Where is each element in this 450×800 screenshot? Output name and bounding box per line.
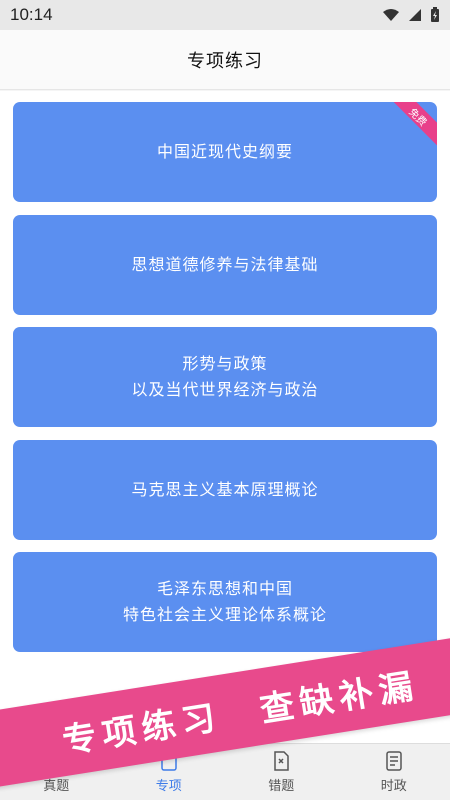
status-time: 10:14 <box>10 5 53 24</box>
free-badge: 免费 <box>385 102 437 150</box>
page-title: 专项练习 <box>187 50 263 72</box>
tab-label: 专项 <box>155 779 182 794</box>
news-icon <box>386 751 402 771</box>
card-label: 毛泽东思想和中国 <box>156 579 293 598</box>
card-ethics-law[interactable]: 思想道德修养与法律基础 <box>13 215 437 315</box>
wifi-icon <box>383 9 399 21</box>
main-content: 中国近现代史纲要 免费 思想道德修养与法律基础 形势与政策 以及当代世界经济与政… <box>0 91 450 743</box>
card-label: 中国近现代史纲要 <box>156 142 293 161</box>
tab-label: 错题 <box>268 779 295 794</box>
promo-text-right: 查缺补漏 <box>257 665 422 731</box>
card-label: 形势与政策 <box>182 354 268 373</box>
promo-text-left: 专项练习 <box>59 696 224 762</box>
status-bar: 10:14 <box>0 0 450 30</box>
app-header: 专项练习 <box>0 30 450 90</box>
wrong-questions-icon <box>274 751 289 771</box>
tab-label: 时政 <box>380 779 407 794</box>
card-situation-policy[interactable]: 形势与政策 以及当代世界经济与政治 <box>13 327 437 427</box>
card-label: 思想道德修养与法律基础 <box>131 255 319 274</box>
card-modern-history[interactable]: 中国近现代史纲要 免费 <box>13 102 437 202</box>
tab-mistakes[interactable]: 错题 <box>225 744 338 800</box>
card-label: 以及当代世界经济与政治 <box>131 380 319 399</box>
card-mao-thought[interactable]: 毛泽东思想和中国 特色社会主义理论体系概论 <box>13 552 437 652</box>
card-label: 马克思主义基本原理概论 <box>131 480 319 499</box>
battery-icon <box>431 7 439 22</box>
status-icons <box>382 7 440 23</box>
card-label: 特色社会主义理论体系概论 <box>122 605 327 624</box>
signal-icon <box>409 9 421 21</box>
card-marxism[interactable]: 马克思主义基本原理概论 <box>13 440 437 540</box>
tab-current-affairs[interactable]: 时政 <box>338 744 450 800</box>
